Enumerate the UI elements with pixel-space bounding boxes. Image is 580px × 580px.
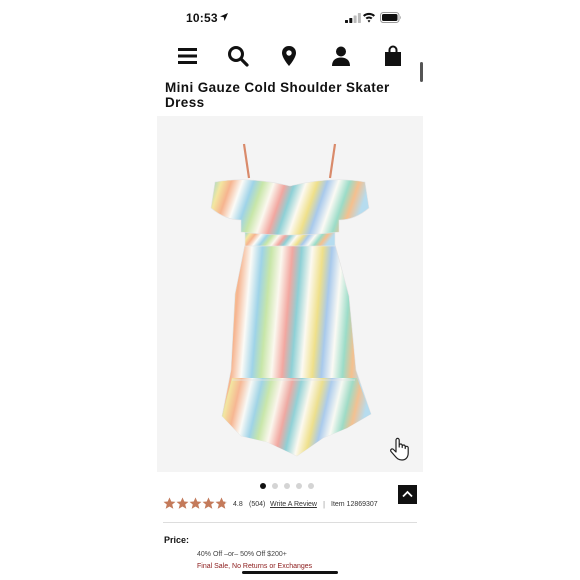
carousel-dot[interactable] <box>296 483 302 489</box>
product-title: Mini Gauze Cold Shoulder Skater Dress <box>165 80 390 110</box>
home-indicator[interactable] <box>242 571 338 574</box>
rating-row: 4.8 (504) Write A Review | Item 12869307 <box>163 497 423 513</box>
status-bar: 10:53 <box>0 0 580 36</box>
write-review-link[interactable]: Write A Review <box>270 501 317 508</box>
item-number: Item 12869307 <box>331 501 378 508</box>
price-label: Price: <box>164 535 190 545</box>
scroll-indicator[interactable] <box>420 62 423 82</box>
location-arrow-icon <box>220 13 228 21</box>
search-icon[interactable] <box>226 44 250 68</box>
review-count[interactable]: (504) <box>249 501 265 508</box>
battery-icon <box>380 12 401 23</box>
dress-image <box>210 143 372 457</box>
wifi-icon <box>363 12 375 23</box>
star-rating-icon <box>163 497 228 509</box>
account-icon[interactable] <box>329 44 353 68</box>
promo-text: 40% Off –or– 50% Off $200+ <box>197 551 287 558</box>
zoom-hand-icon[interactable] <box>387 436 411 462</box>
separator: | <box>323 500 326 509</box>
carousel-dot[interactable] <box>308 483 314 489</box>
status-time: 10:53 <box>186 11 218 25</box>
cellular-signal-icon <box>345 13 361 23</box>
shopping-bag-icon[interactable] <box>381 44 405 68</box>
carousel-dot[interactable] <box>260 483 266 489</box>
final-sale-notice: Final Sale, No Returns or Exchanges <box>197 563 313 570</box>
carousel-dot[interactable] <box>272 483 278 489</box>
location-pin-icon[interactable] <box>277 44 301 68</box>
carousel-dot[interactable] <box>284 483 290 489</box>
rating-value: 4.8 <box>233 501 243 508</box>
top-nav <box>160 44 422 70</box>
menu-icon[interactable] <box>176 44 200 68</box>
product-image[interactable] <box>157 116 423 472</box>
divider <box>163 522 417 523</box>
